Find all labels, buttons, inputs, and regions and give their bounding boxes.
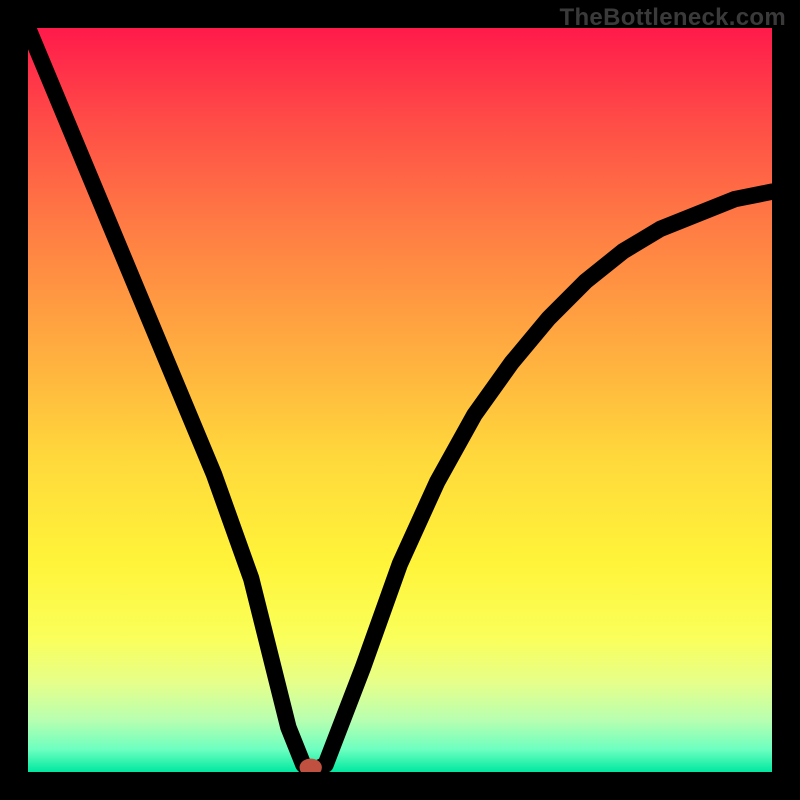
min-marker <box>303 762 318 772</box>
curve-svg <box>28 28 772 772</box>
watermark-text: TheBottleneck.com <box>560 4 786 32</box>
bottleneck-curve <box>28 28 772 772</box>
plot-area <box>28 28 772 772</box>
chart-frame: TheBottleneck.com <box>0 0 800 800</box>
